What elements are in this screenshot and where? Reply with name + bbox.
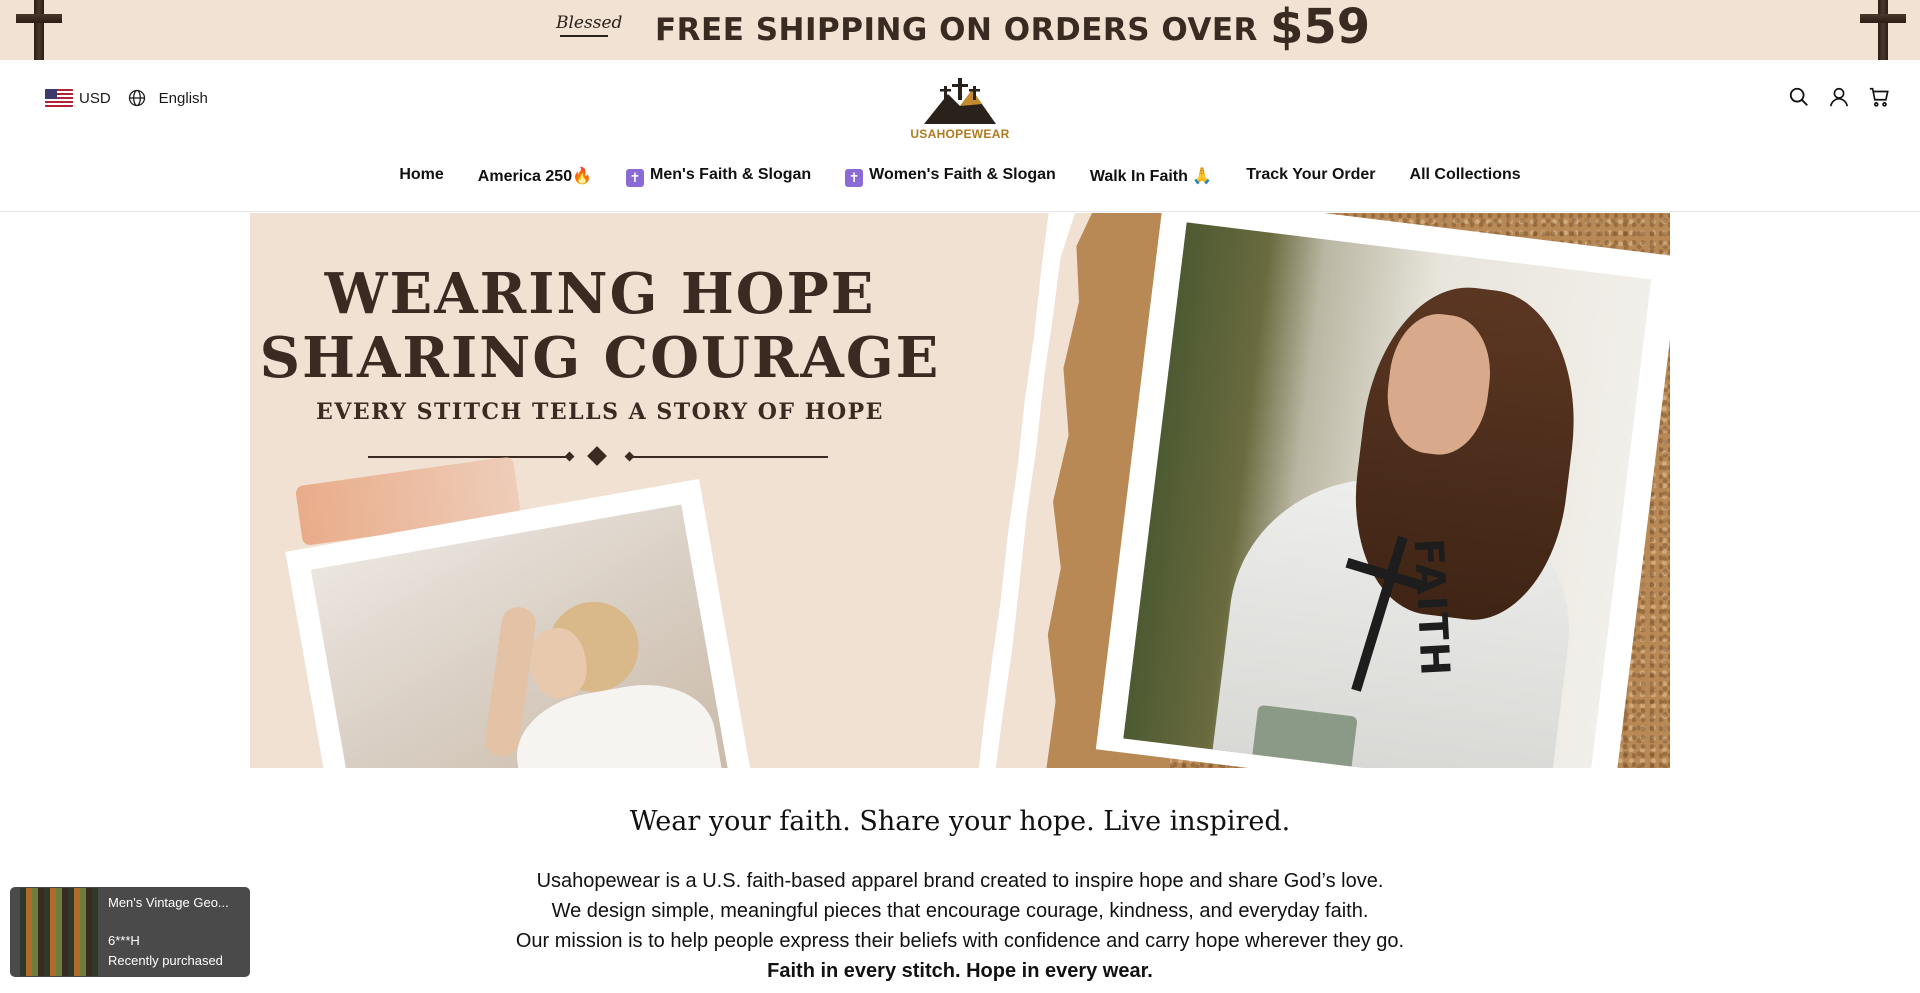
shirt-print-text: FAITH	[1404, 537, 1458, 679]
brand-tagline: Wear your faith. Share your hope. Live i…	[629, 806, 1291, 837]
main-nav: Home America 250🔥 ✝ Men's Faith & Slogan …	[0, 166, 1920, 187]
announcement-bar: Blessed FREE SHIPPING ON ORDERS OVER $59	[0, 0, 1920, 60]
us-flag-icon	[45, 89, 73, 107]
popup-product-title: Men's Vintage Geo...	[108, 895, 229, 910]
shipping-text: FREE SHIPPING ON ORDERS OVER	[655, 12, 1258, 48]
currency-label: USD	[79, 89, 111, 107]
shipping-amount: $59	[1269, 0, 1371, 55]
about-line-3: Our mission is to help people express th…	[515, 930, 1405, 952]
shipping-banner: FREE SHIPPING ON ORDERS OVER $59	[655, 0, 1370, 56]
header-actions	[1788, 86, 1890, 108]
globe-icon	[128, 89, 145, 107]
about-line-1: Usahopewear is a U.S. faith-based appare…	[536, 870, 1384, 892]
logo-mountain-icon	[924, 78, 996, 124]
nav-item-mens-faith[interactable]: ✝ Men's Faith & Slogan	[626, 166, 811, 187]
about-line-4: Faith in every stitch. Hope in every wea…	[767, 960, 1153, 982]
product-thumbnail	[20, 888, 98, 976]
hero-banner[interactable]: WEARING HOPE SHARING COURAGE EVERY STITC…	[250, 213, 1670, 768]
popup-buyer: 6***H	[108, 933, 140, 948]
coffee-mug	[1247, 704, 1358, 768]
nav-item-all-collections[interactable]: All Collections	[1410, 166, 1521, 187]
account-icon[interactable]	[1828, 86, 1850, 108]
recent-purchase-popup[interactable]: Men's Vintage Geo... 6***H Recently purc…	[10, 887, 250, 977]
nav-item-womens-faith[interactable]: ✝ Women's Faith & Slogan	[845, 166, 1056, 187]
nav-item-track-order[interactable]: Track Your Order	[1246, 166, 1375, 187]
nav-item-walk-in-faith[interactable]: Walk In Faith 🙏	[1090, 166, 1212, 187]
language-label: English	[158, 89, 208, 107]
site-header: USD English USAHOPEWEAR Home America 250…	[0, 60, 1920, 212]
arrow-decoration	[560, 35, 608, 37]
currency-selector[interactable]: USD	[45, 89, 111, 107]
search-icon[interactable]	[1788, 86, 1810, 108]
hero-headline-line2: SHARING COURAGE	[259, 325, 941, 391]
popup-status: Recently purchased	[108, 953, 223, 968]
ornament-divider	[368, 446, 828, 467]
language-selector[interactable]: English	[127, 88, 208, 108]
photo-woman-faith-sweatshirt: FAITH	[1095, 213, 1670, 768]
hero-subheadline: EVERY STITCH TELLS A STORY OF HOPE	[316, 399, 884, 425]
site-logo[interactable]: USAHOPEWEAR	[905, 74, 1015, 152]
cross-badge-icon: ✝	[845, 169, 864, 187]
hero-headline-line1: WEARING HOPE	[324, 261, 876, 327]
nav-item-home[interactable]: Home	[399, 166, 443, 187]
nav-item-america-250[interactable]: America 250🔥	[478, 166, 592, 187]
cross-icon	[8, 0, 68, 60]
cross-badge-icon: ✝	[626, 169, 645, 187]
cross-icon	[1852, 0, 1912, 60]
locale-selector: USD English	[45, 88, 208, 108]
logo-wordmark: USAHOPEWEAR	[910, 127, 1010, 141]
about-line-2: We design simple, meaningful pieces that…	[551, 900, 1369, 922]
about-text: Usahopewear is a U.S. faith-based appare…	[0, 866, 1920, 986]
cart-icon[interactable]	[1868, 86, 1890, 108]
blessed-script: Blessed	[556, 13, 623, 33]
